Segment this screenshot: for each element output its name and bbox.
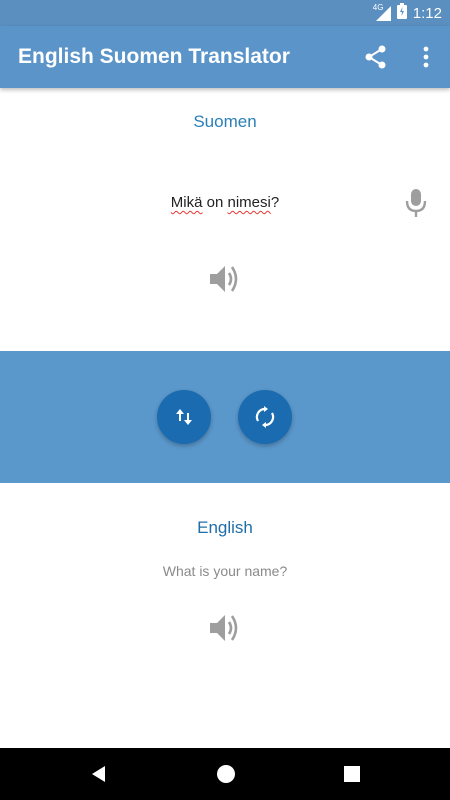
source-word-3: nimesi — [227, 194, 271, 211]
app-title: English Suomen Translator — [18, 45, 290, 68]
speaker-icon — [210, 615, 238, 641]
source-language-label[interactable]: Suomen — [0, 112, 450, 132]
battery-icon — [396, 2, 407, 24]
source-speak-button[interactable] — [207, 262, 243, 296]
more-vert-icon — [423, 46, 429, 68]
target-language-label[interactable]: English — [0, 518, 450, 538]
status-bar: 4G 1:12 — [0, 0, 450, 26]
status-icons: 4G 1:12 — [373, 2, 442, 24]
recents-icon — [344, 766, 360, 782]
app-bar: English Suomen Translator — [0, 26, 450, 88]
share-icon — [365, 45, 386, 69]
recents-button[interactable] — [342, 764, 362, 784]
status-time: 1:12 — [412, 4, 442, 22]
target-panel: English What is your name? — [0, 483, 450, 748]
source-word-1: Mikä — [170, 194, 203, 211]
source-word-2: on — [202, 194, 228, 211]
voice-input-button[interactable] — [403, 187, 429, 219]
home-button[interactable] — [215, 763, 237, 785]
controls-band — [0, 351, 450, 483]
system-nav-bar — [0, 748, 450, 800]
signal-icon: 4G — [373, 3, 391, 21]
source-panel: Suomen Mikä on nimesi? — [0, 88, 450, 351]
target-speak-button[interactable] — [207, 611, 243, 645]
more-options-button[interactable] — [412, 42, 440, 72]
app-screen: 4G 1:12 English Suomen Translator Suomen… — [0, 0, 450, 800]
source-text-input[interactable]: Mikä on nimesi? — [0, 194, 450, 211]
home-icon — [217, 765, 235, 783]
translation-output: What is your name? — [162, 563, 288, 579]
share-button[interactable] — [361, 42, 391, 72]
refresh-icon — [255, 406, 275, 428]
back-icon — [92, 766, 105, 782]
swap-languages-button[interactable] — [157, 390, 211, 444]
speaker-icon — [210, 266, 238, 292]
refresh-button[interactable] — [238, 390, 292, 444]
source-word-4: ? — [270, 194, 280, 211]
back-button[interactable] — [88, 763, 110, 785]
swap-icon — [176, 409, 192, 425]
mic-icon — [405, 189, 427, 217]
